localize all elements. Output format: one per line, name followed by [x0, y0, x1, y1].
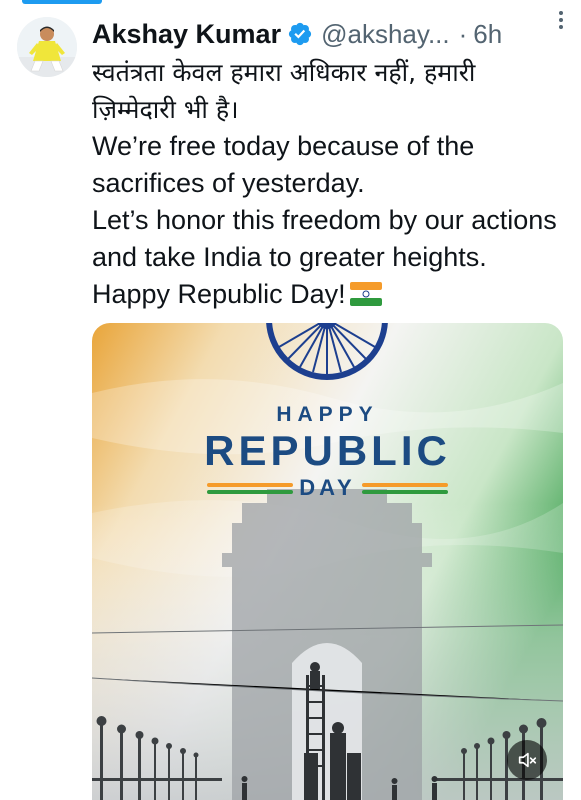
- speaker-muted-icon: [518, 752, 537, 768]
- republic-day-banner: HAPPY REPUBLIC DAY: [92, 403, 563, 501]
- header-separator: ·: [458, 18, 468, 49]
- mute-toggle-button[interactable]: [507, 740, 547, 780]
- tweet-media-video[interactable]: HAPPY REPUBLIC DAY: [92, 323, 563, 800]
- tricolor-lines-left: [207, 482, 294, 494]
- tweet-text-hindi: स्वतंत्रता केवल हमारा अधिकार नहीं, हमारी…: [92, 58, 476, 124]
- tweet-text-line-2-wrapper: Let’s honor this freedom by our actions …: [92, 202, 567, 313]
- tweet-header: Akshay Kumar @akshay... · 6h: [92, 14, 572, 54]
- author-handle[interactable]: @akshay...: [321, 19, 450, 50]
- avatar[interactable]: [17, 17, 77, 77]
- tweet-timestamp[interactable]: 6h: [473, 19, 502, 50]
- top-indicator-bar: [22, 0, 102, 4]
- tweet-screenshot: Akshay Kumar @akshay... · 6h स्वतंत्रता …: [0, 0, 581, 800]
- banner-day-row: DAY: [92, 475, 563, 501]
- tweet-text-line-1: We’re free today because of the sacrific…: [92, 131, 475, 198]
- banner-happy-text: HAPPY: [276, 403, 379, 426]
- banner-republic-text: REPUBLIC: [204, 427, 451, 474]
- india-flag-icon: [349, 282, 382, 306]
- republic-day-artwork: [92, 323, 563, 800]
- author-display-name[interactable]: Akshay Kumar: [92, 19, 281, 50]
- verified-badge-icon: [288, 22, 312, 46]
- profile-photo-icon: [17, 17, 77, 77]
- tricolor-lines-right: [361, 482, 448, 494]
- more-options-icon[interactable]: [551, 8, 571, 32]
- tweet-body: स्वतंत्रता केवल हमारा अधिकार नहीं, हमारी…: [92, 54, 567, 313]
- banner-day-text: DAY: [299, 475, 356, 500]
- tweet-text-line-2: Let’s honor this freedom by our actions …: [92, 205, 557, 309]
